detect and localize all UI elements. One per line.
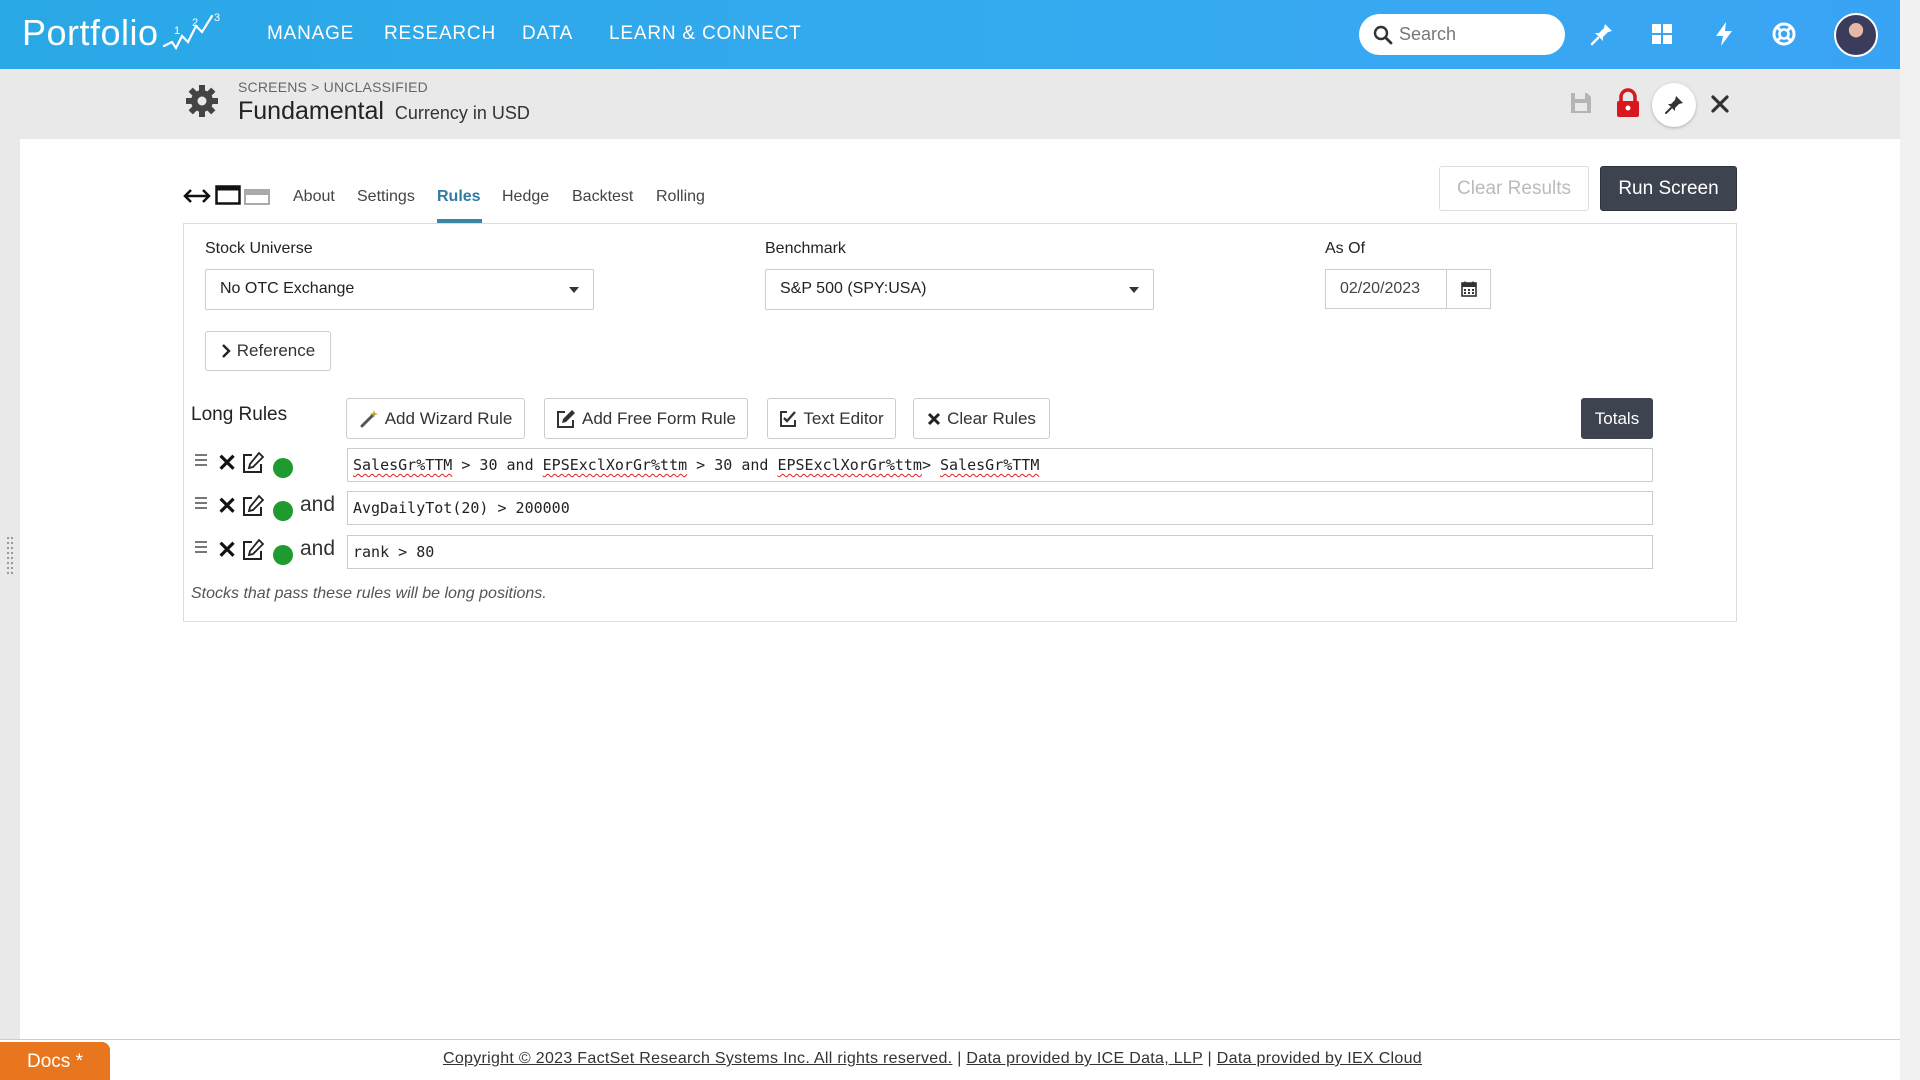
drag-handle-icon[interactable] (195, 454, 207, 469)
chevron-right-icon (221, 344, 231, 358)
stock-universe-value: No OTC Exchange (220, 280, 355, 297)
iex-cloud-link[interactable]: Data provided by IEX Cloud (1217, 1050, 1422, 1067)
save-icon[interactable] (1568, 90, 1594, 116)
docs-tab[interactable]: Docs * (0, 1042, 110, 1080)
stock-universe-label: Stock Universe (205, 240, 313, 257)
page-title-text: Fundamental (238, 97, 384, 125)
resize-grip[interactable] (6, 537, 14, 577)
page-scrollbar[interactable] (1900, 0, 1920, 1080)
search-icon (1373, 25, 1393, 45)
pin-icon[interactable] (1588, 20, 1616, 48)
tab-backtest[interactable]: Backtest (572, 188, 633, 206)
clear-rules-button[interactable]: Clear Rules (913, 398, 1050, 439)
page-title: Fundamental Currency in USD (238, 97, 530, 126)
reference-label: Reference (236, 341, 316, 360)
delete-rule-icon[interactable]: ✕ (217, 452, 237, 476)
tab-hedge[interactable]: Hedge (502, 188, 549, 206)
lock-icon[interactable] (1615, 88, 1641, 118)
long-rules-note: Stocks that pass these rules will be lon… (191, 585, 547, 602)
tab-settings[interactable]: Settings (357, 188, 415, 206)
tab-rolling[interactable]: Rolling (656, 188, 705, 206)
chevron-down-icon (1129, 287, 1139, 293)
benchmark-value: S&P 500 (SPY:USA) (780, 280, 927, 297)
nav-link-research[interactable]: RESEARCH (384, 23, 496, 45)
gear-icon[interactable] (185, 84, 219, 118)
magic-wand-icon (360, 409, 378, 427)
date-picker-button[interactable] (1446, 269, 1491, 309)
edit-rule-icon[interactable] (242, 539, 264, 561)
pin-screen-button[interactable] (1652, 83, 1696, 127)
totals-button[interactable]: Totals (1581, 398, 1653, 439)
nav-link-learn-connect[interactable]: LEARN & CONNECT (609, 23, 802, 45)
text-editor-button[interactable]: Text Editor (767, 398, 896, 439)
nav-link-data[interactable]: DATA (522, 23, 573, 45)
user-avatar[interactable] (1834, 13, 1878, 57)
ice-data-link[interactable]: Data provided by ICE Data, LLP (966, 1050, 1202, 1067)
as-of-date-input[interactable]: 02/20/2023 (1325, 269, 1447, 309)
search-input[interactable] (1399, 23, 1549, 45)
text-editor-label: Text Editor (803, 408, 884, 428)
add-free-form-rule-label: Add Free Form Rule (582, 408, 736, 428)
close-icon (928, 412, 941, 425)
top-nav-bar: Portfolio 1 2 3 MANAGE RESEARCH DATA LEA… (0, 0, 1900, 69)
app-logo[interactable]: Portfolio (22, 12, 159, 54)
stock-universe-select[interactable]: No OTC Exchange (205, 269, 594, 310)
calendar-icon (1461, 281, 1477, 297)
rule-connector: and (300, 537, 336, 560)
footer-separator: | (1207, 1050, 1213, 1067)
rule-status-icon (273, 458, 293, 478)
rule-status-icon (273, 545, 293, 565)
rule-input[interactable]: AvgDailyTot(20) > 200000 (347, 491, 1653, 525)
add-free-form-rule-button[interactable]: Add Free Form Rule (544, 398, 748, 439)
lightning-icon[interactable] (1710, 20, 1738, 48)
edit-icon (557, 409, 575, 428)
clear-rules-label: Clear Rules (947, 408, 1036, 428)
chevron-down-icon (569, 287, 579, 293)
close-icon[interactable] (1710, 94, 1730, 114)
rule-input[interactable]: SalesGr%TTM > 30 and EPSExclXorGr%ttm > … (347, 448, 1653, 482)
add-wizard-rule-label: Add Wizard Rule (384, 408, 513, 428)
add-wizard-rule-button[interactable]: Add Wizard Rule (346, 398, 525, 439)
search-box[interactable] (1359, 14, 1565, 55)
nav-link-manage[interactable]: MANAGE (267, 23, 354, 45)
benchmark-select[interactable]: S&P 500 (SPY:USA) (765, 269, 1154, 310)
window-icon[interactable] (215, 185, 241, 205)
drag-handle-icon[interactable] (195, 497, 207, 512)
edit-rule-icon[interactable] (242, 495, 264, 517)
run-screen-button[interactable]: Run Screen (1600, 166, 1737, 211)
pin-icon (1665, 96, 1683, 114)
svg-text:1: 1 (174, 25, 180, 37)
edit-rule-icon[interactable] (242, 452, 264, 474)
rule-status-icon (273, 501, 293, 521)
footer-separator: | (957, 1050, 962, 1067)
tab-about[interactable]: About (293, 188, 335, 206)
rule-connector: and (300, 493, 336, 516)
panel-icon[interactable] (244, 189, 270, 205)
svg-text:2: 2 (192, 17, 198, 29)
clear-results-button[interactable]: Clear Results (1439, 166, 1589, 211)
footer-links: Copyright © 2023 FactSet Research System… (443, 1050, 1422, 1068)
rule-row: ✕ and (195, 537, 345, 569)
as-of-label: As Of (1325, 240, 1366, 257)
rule-row: ✕ and (195, 493, 345, 525)
benchmark-label: Benchmark (765, 240, 846, 257)
rule-row: ✕ (195, 450, 345, 482)
drag-handle-icon[interactable] (195, 541, 207, 556)
long-rules-title: Long Rules (191, 404, 288, 425)
expand-arrows-icon[interactable] (183, 187, 211, 205)
delete-rule-icon[interactable]: ✕ (217, 539, 237, 563)
logo-mark-icon: 1 2 3 (162, 12, 220, 51)
rule-input[interactable]: rank > 80 (347, 535, 1653, 569)
help-lifebuoy-icon[interactable] (1770, 20, 1798, 48)
tab-rules[interactable]: Rules (437, 188, 481, 206)
reference-button[interactable]: Reference (205, 331, 331, 371)
grid-icon[interactable] (1648, 20, 1676, 48)
checkbox-edit-icon (780, 410, 797, 427)
copyright-link[interactable]: Copyright © 2023 FactSet Research System… (443, 1050, 952, 1067)
svg-text:3: 3 (214, 12, 220, 24)
currency-subtitle: Currency in USD (394, 103, 530, 123)
breadcrumb[interactable]: SCREENS > UNCLASSIFIED (238, 79, 428, 95)
delete-rule-icon[interactable]: ✕ (217, 495, 237, 519)
